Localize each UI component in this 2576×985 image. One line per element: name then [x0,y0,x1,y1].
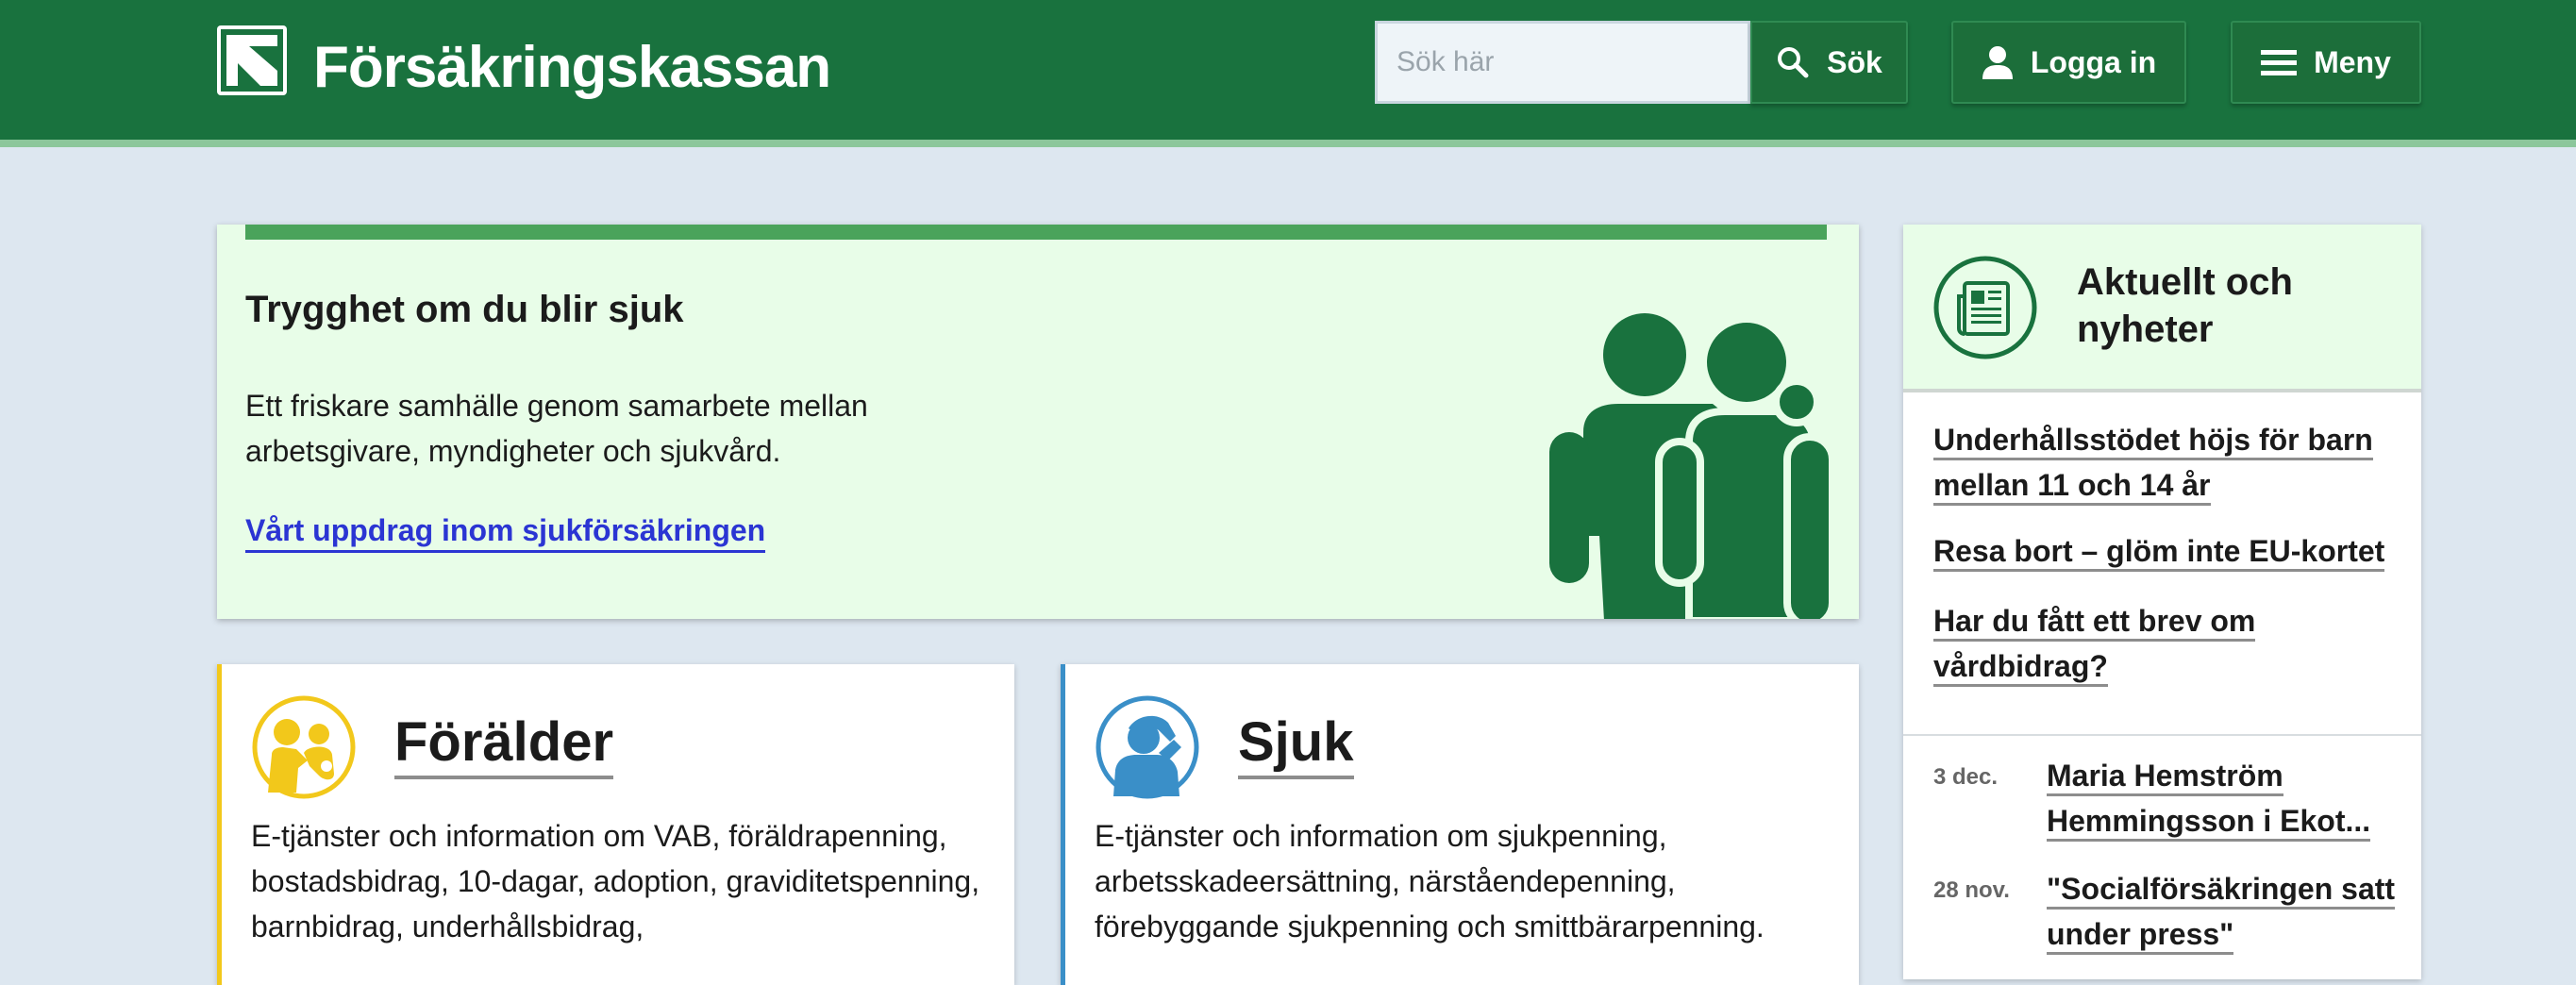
news-item-link[interactable]: "Socialförsäkringen satt under press" [2047,866,2396,957]
login-button[interactable]: Logga in [1951,21,2186,104]
hero-title: Trygghet om du blir sjuk [245,289,684,330]
category-text: E-tjänster och information om VAB, föräl… [251,819,980,943]
news-link[interactable]: Har du fått ett brev om vårdbidrag? [1933,598,2396,689]
news-divider [1903,734,2421,736]
hero-accent-bar [245,225,1827,240]
search-button[interactable]: Sök [1750,21,1908,104]
hero-card: Trygghet om du blir sjuk Ett friskare sa… [217,225,1859,619]
category-title[interactable]: Förälder [394,711,614,779]
news-date: 28 nov. [1933,877,2010,903]
category-text: E-tjänster och information om sjukpennin… [1095,819,1765,943]
user-icon [1982,46,2013,79]
news-item-title[interactable]: Maria Hemström Hemmingsson i Ekot... [2047,759,2371,842]
news-link-label[interactable]: Underhållsstödet höjs för barn mellan 11… [1933,423,2373,506]
login-button-label: Logga in [2030,44,2157,79]
category-card-foralder[interactable]: Förälder E-tjänster och information om V… [217,664,1014,985]
newspaper-icon [1932,255,2038,365]
news-link-label[interactable]: Resa bort – glöm inte EU-kortet [1933,534,2385,572]
sick-person-icon [1095,694,1200,805]
two-people-illustration [1547,309,1859,619]
hero-text: Ett friskare samhälle genom samarbete me… [245,389,868,468]
news-link-label[interactable]: Har du fått ett brev om vårdbidrag? [1933,604,2256,687]
header-stripe [0,140,2576,147]
news-item-link[interactable]: Maria Hemström Hemmingsson i Ekot... [2047,753,2396,843]
hamburger-icon [2261,50,2298,75]
brand-name[interactable]: Försäkringskassan [313,34,831,101]
news-title: Aktuellt och nyheter [2077,261,2293,350]
news-item-title[interactable]: "Socialförsäkringen satt under press" [2047,872,2396,955]
news-link[interactable]: Underhållsstödet höjs för barn mellan 11… [1933,417,2396,508]
news-link[interactable]: Resa bort – glöm inte EU-kortet [1933,528,2405,574]
search-button-label: Sök [1827,44,1882,79]
news-header: Aktuellt och nyheter [1903,225,2421,392]
hero-link[interactable]: Vårt uppdrag inom sjukförsäkringen [245,513,766,553]
menu-button-label: Meny [2314,44,2391,79]
logo-icon[interactable] [217,25,287,95]
menu-button[interactable]: Meny [2231,21,2421,104]
parent-child-icon [251,694,357,805]
news-panel: Aktuellt och nyheter Underhållsstödet hö… [1903,225,2421,979]
search-icon [1778,47,1809,78]
news-date: 3 dec. [1933,764,1999,790]
category-title[interactable]: Sjuk [1238,711,1354,779]
category-card-sjuk[interactable]: Sjuk E-tjänster och information om sjukp… [1061,664,1859,985]
search-input[interactable] [1375,21,1750,104]
